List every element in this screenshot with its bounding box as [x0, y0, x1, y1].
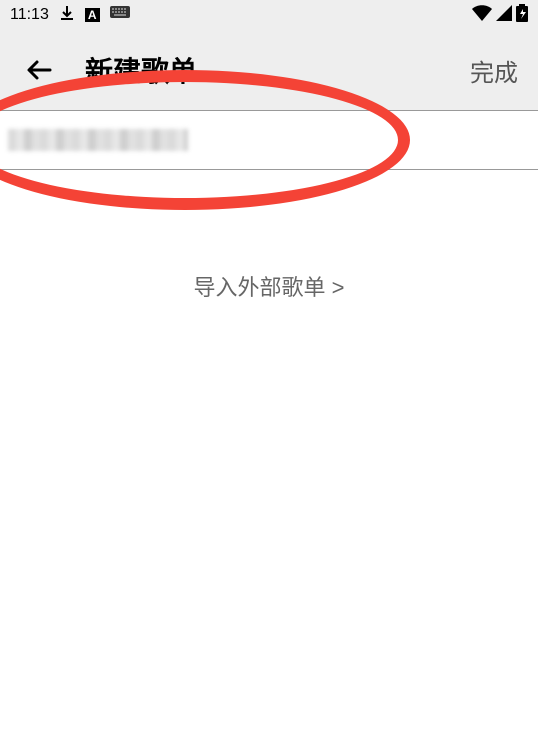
page-title: 新建歌单 [85, 50, 197, 90]
status-right [472, 4, 528, 27]
header: 新建歌单 完成 [0, 30, 538, 110]
keyboard-icon [110, 6, 130, 25]
wifi-icon [472, 5, 492, 26]
status-time: 11:13 [10, 6, 49, 24]
back-arrow-icon [25, 55, 55, 85]
battery-icon [516, 4, 528, 27]
a-icon: A [85, 8, 100, 22]
back-button[interactable] [20, 50, 60, 90]
playlist-name-input-content [8, 129, 188, 151]
playlist-name-input-row[interactable] [0, 110, 538, 170]
done-button[interactable]: 完成 [470, 53, 518, 88]
status-left: 11:13 A [10, 5, 130, 26]
import-external-playlist-link[interactable]: 导入外部歌单 > [0, 270, 538, 302]
download-icon [59, 5, 75, 26]
signal-icon [496, 5, 512, 26]
status-bar: 11:13 A [0, 0, 538, 30]
